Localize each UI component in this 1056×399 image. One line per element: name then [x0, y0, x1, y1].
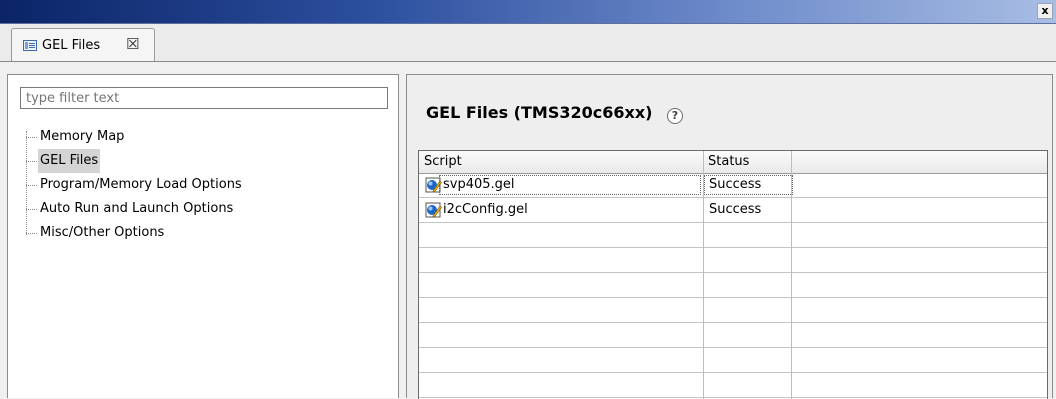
table-header: Script Status: [419, 151, 1047, 174]
close-icon[interactable]: x: [1037, 3, 1053, 19]
tab-close-icon[interactable]: ☒: [126, 35, 139, 53]
column-header-status[interactable]: Status: [703, 151, 791, 173]
page-title: GEL Files (TMS320c66xx): [426, 103, 653, 122]
table-row-empty[interactable]: [419, 248, 1047, 273]
tree-item-label: Memory Map: [40, 129, 125, 144]
cell-script: svp405.gel: [443, 177, 515, 192]
table-row-empty[interactable]: [419, 323, 1047, 348]
gel-script-icon: [425, 202, 442, 218]
tab-label: GEL Files: [42, 38, 101, 53]
table-row-empty[interactable]: [419, 298, 1047, 323]
view-icon: [23, 40, 37, 51]
table-row-empty[interactable]: [419, 273, 1047, 298]
tree-item-label: Program/Memory Load Options: [40, 177, 242, 192]
tab-strip: GEL Files ☒: [0, 24, 1056, 62]
tree-item-label: Misc/Other Options: [40, 225, 165, 240]
window-title-bar: x: [0, 0, 1056, 24]
tree-connector-line: [26, 131, 27, 235]
table-row-empty[interactable]: [419, 373, 1047, 398]
column-header-empty[interactable]: [791, 151, 1047, 173]
help-icon[interactable]: ?: [667, 108, 683, 124]
table-row-empty[interactable]: [419, 348, 1047, 373]
cell-script: i2cConfig.gel: [443, 202, 528, 217]
gel-files-table: Script Status svp405.gel Success i2cConf…: [418, 150, 1048, 399]
right-panel: GEL Files (TMS320c66xx) ? Script Status …: [406, 74, 1053, 399]
cell-status: Success: [709, 202, 762, 217]
column-header-script[interactable]: Script: [419, 151, 703, 173]
column-divider: [791, 151, 792, 399]
tab-gel-files[interactable]: GEL Files ☒: [11, 28, 155, 61]
tree-item-label: Auto Run and Launch Options: [40, 201, 234, 216]
cell-status: Success: [709, 177, 762, 192]
table-row-empty[interactable]: [419, 223, 1047, 248]
filter-input[interactable]: [20, 87, 388, 109]
column-divider: [703, 151, 704, 399]
table-row[interactable]: svp405.gel Success: [419, 173, 1047, 198]
table-row[interactable]: i2cConfig.gel Success: [419, 198, 1047, 223]
left-panel: Memory Map GEL Files Program/Memory Load…: [7, 74, 399, 398]
tree-item-label: GEL Files: [38, 149, 101, 173]
